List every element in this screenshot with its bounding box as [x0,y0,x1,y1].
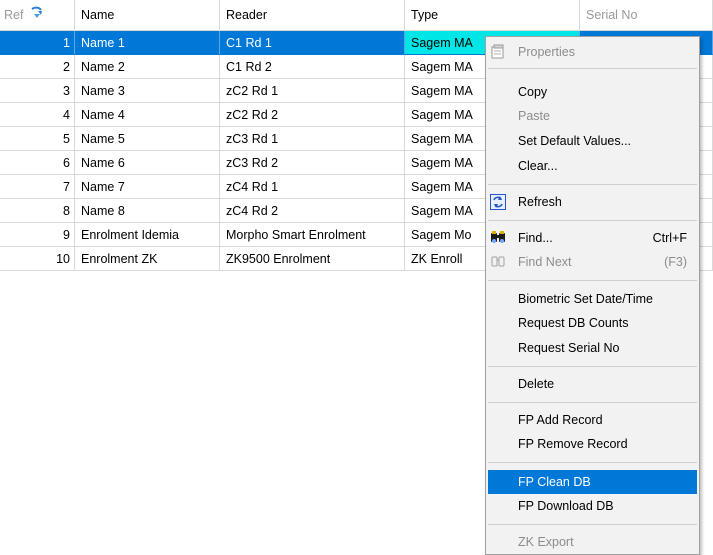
menu-item-find-next-shortcut: (F3) [664,255,687,269]
cell-ref: 10 [0,247,75,271]
menu-item-fp-remove-record-label: FP Remove Record [518,437,628,451]
menu-item-find[interactable]: Find... Ctrl+F [488,226,697,250]
menu-item-find-label: Find... [518,231,553,245]
cell-reader: zC3 Rd 1 [220,127,405,151]
menu-separator [488,220,697,221]
menu-item-fp-add-record-label: FP Add Record [518,413,603,427]
cell-name: Name 6 [75,151,220,175]
menu-item-refresh[interactable]: Refresh [488,190,697,214]
menu-item-delete[interactable]: Delete [488,372,697,396]
cell-ref: 7 [0,175,75,199]
menu-item-biometric-set-date-time[interactable]: Biometric Set Date/Time [488,287,697,311]
cell-reader: zC2 Rd 1 [220,79,405,103]
column-header-serial[interactable]: Serial No [580,0,713,30]
cell-ref: 4 [0,103,75,127]
menu-item-fp-download-db-label: FP Download DB [518,499,614,513]
menu-item-properties[interactable]: Properties [488,40,697,64]
menu-separator [488,462,697,463]
cell-reader: ZK9500 Enrolment [220,247,405,271]
cell-reader: zC4 Rd 1 [220,175,405,199]
sort-descending-icon [30,1,44,30]
find-next-icon [490,254,506,270]
context-menu: Properties Copy Paste Set Default Values… [485,36,700,555]
menu-item-paste-label: Paste [518,109,550,123]
grid-header: Ref Name Reader Type Serial No [0,0,713,31]
cell-name: Enrolment Idemia [75,223,220,247]
cell-reader: Morpho Smart Enrolment [220,223,405,247]
menu-item-request-db-counts[interactable]: Request DB Counts [488,311,697,335]
menu-separator [488,366,697,367]
cell-name: Enrolment ZK [75,247,220,271]
menu-item-zk-export-label: ZK Export [518,535,574,549]
menu-item-clear-label: Clear... [518,159,558,173]
menu-item-properties-label: Properties [518,45,575,59]
menu-separator [488,524,697,525]
menu-separator [488,280,697,281]
menu-item-request-db-counts-label: Request DB Counts [518,316,629,330]
cell-ref: 2 [0,55,75,79]
cell-reader: zC4 Rd 2 [220,199,405,223]
cell-reader: zC3 Rd 2 [220,151,405,175]
cell-ref: 3 [0,79,75,103]
menu-separator [488,68,697,69]
column-header-ref[interactable]: Ref [0,0,75,30]
menu-item-find-next[interactable]: Find Next (F3) [488,250,697,274]
cell-reader: C1 Rd 2 [220,55,405,79]
menu-item-biometric-set-date-time-label: Biometric Set Date/Time [518,292,653,306]
menu-item-find-next-label: Find Next [518,255,572,269]
cell-name: Name 5 [75,127,220,151]
menu-item-copy-label: Copy [518,85,548,99]
menu-item-find-shortcut: Ctrl+F [652,231,687,245]
menu-item-set-default-values-label: Set Default Values... [518,134,632,148]
cell-reader: zC2 Rd 2 [220,103,405,127]
cell-name: Name 4 [75,103,220,127]
menu-item-fp-add-record[interactable]: FP Add Record [488,408,697,432]
cell-ref: 8 [0,199,75,223]
menu-item-zk-export[interactable]: ZK Export [488,530,697,554]
menu-item-request-serial-no[interactable]: Request Serial No [488,336,697,360]
menu-item-refresh-label: Refresh [518,195,562,209]
properties-icon [490,44,506,60]
cell-ref: 5 [0,127,75,151]
menu-separator [488,402,697,403]
cell-ref: 9 [0,223,75,247]
menu-item-fp-download-db[interactable]: FP Download DB [488,494,697,518]
menu-item-paste[interactable]: Paste [488,104,697,128]
menu-item-set-default-values[interactable]: Set Default Values... [488,129,697,153]
cell-ref: 6 [0,151,75,175]
cell-name: Name 1 [75,31,220,55]
cell-reader: C1 Rd 1 [220,31,405,55]
menu-item-fp-remove-record[interactable]: FP Remove Record [488,432,697,456]
cell-name: Name 2 [75,55,220,79]
menu-item-fp-clean-db[interactable]: FP Clean DB [488,470,697,494]
cell-name: Name 8 [75,199,220,223]
menu-item-clear[interactable]: Clear... [488,154,697,178]
menu-item-request-serial-no-label: Request Serial No [518,341,620,355]
menu-item-copy[interactable]: Copy [488,80,697,104]
cell-name: Name 7 [75,175,220,199]
menu-item-delete-label: Delete [518,377,555,391]
menu-item-fp-clean-db-label: FP Clean DB [518,475,591,489]
column-header-type[interactable]: Type [405,0,580,30]
binoculars-icon [490,230,506,246]
menu-separator [488,184,697,185]
cell-name: Name 3 [75,79,220,103]
column-header-reader[interactable]: Reader [220,0,405,30]
column-header-name[interactable]: Name [75,0,220,30]
cell-ref: 1 [0,31,75,55]
refresh-icon [490,194,506,210]
column-header-ref-label: Ref [4,8,24,22]
